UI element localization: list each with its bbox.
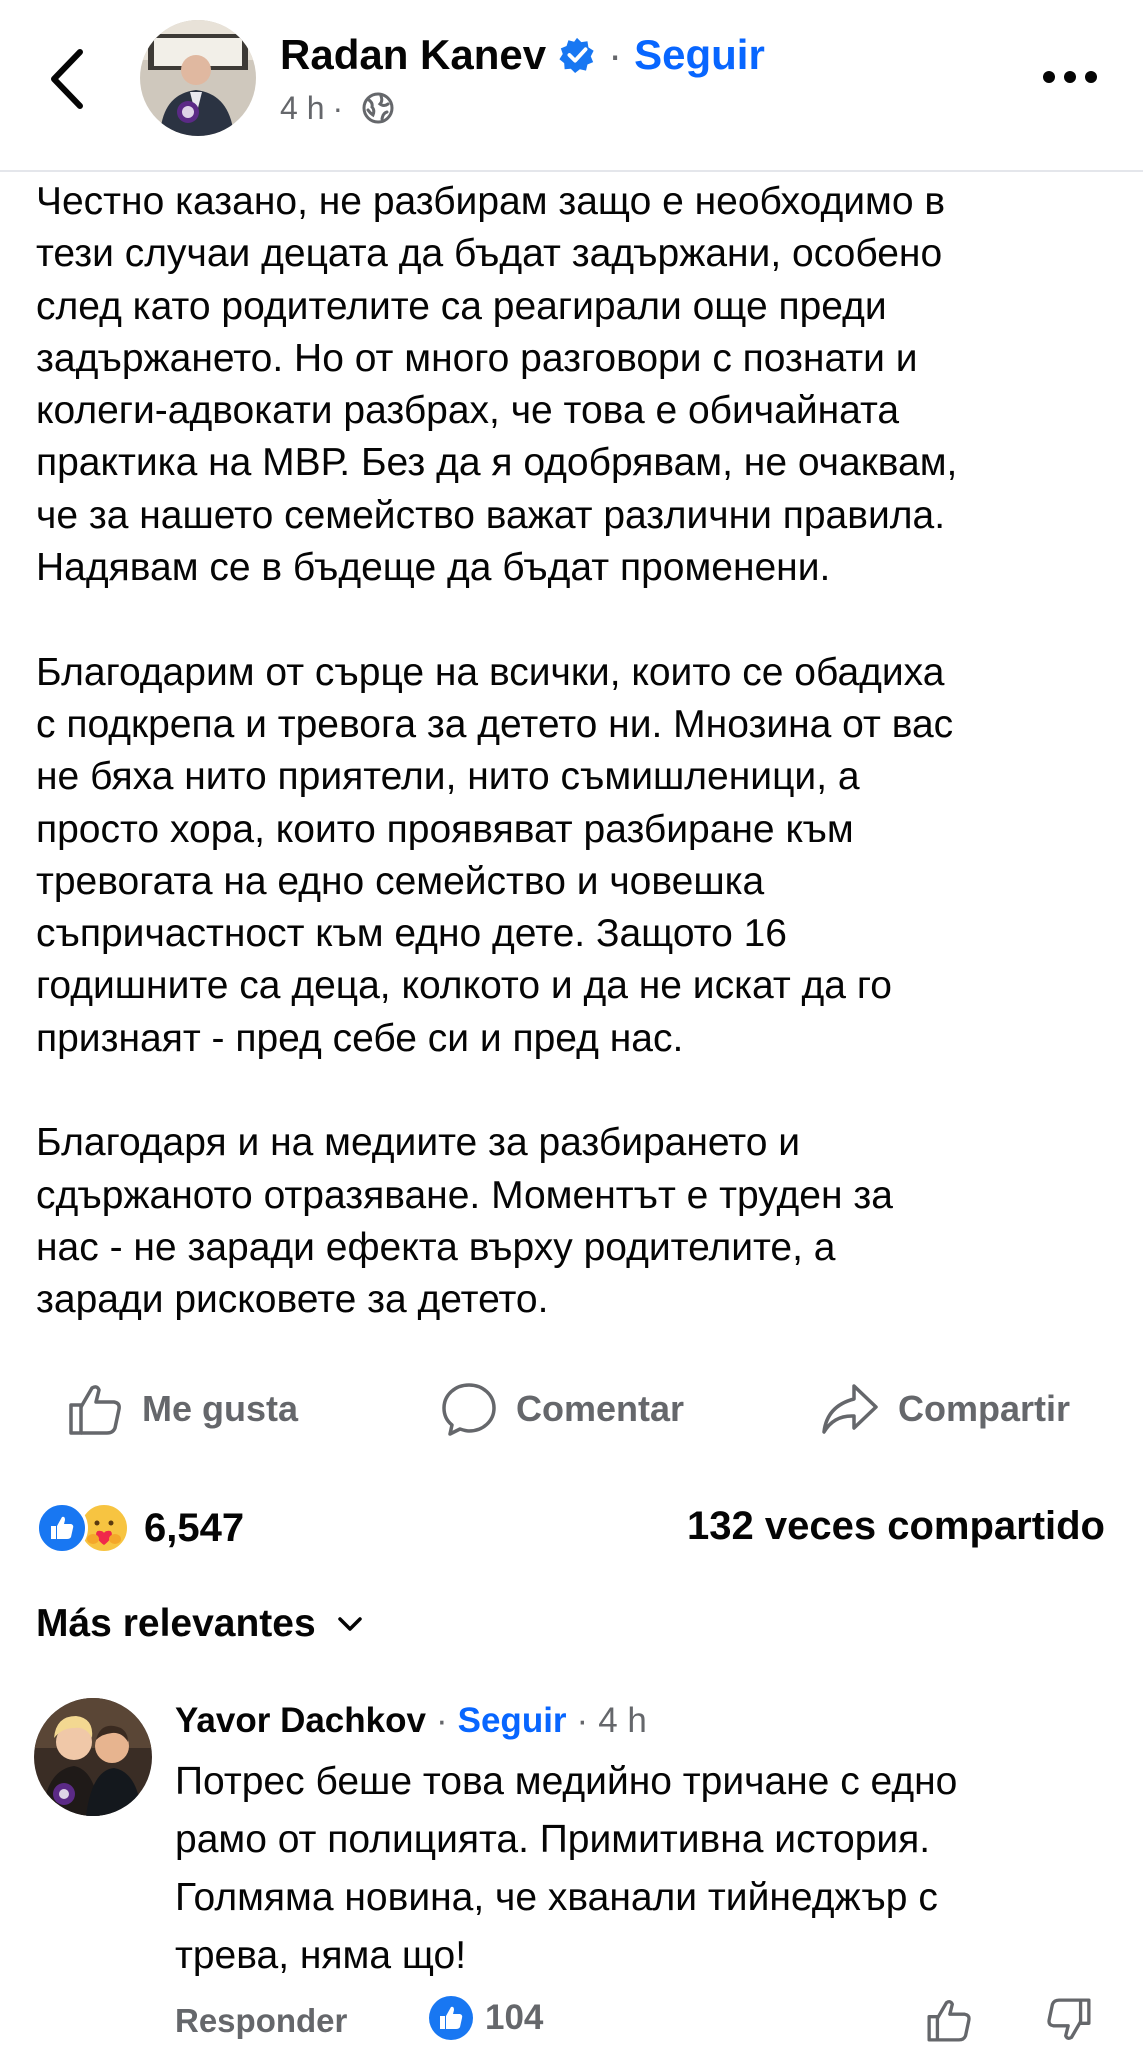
post-line: след като родителите са реагирали още пр… bbox=[36, 284, 887, 328]
comment-separator: · bbox=[576, 1701, 589, 1740]
follow-button[interactable]: Seguir bbox=[634, 31, 765, 79]
comment-text: Потрес беше това медийно тричане с едно … bbox=[175, 1753, 1115, 1985]
post-line: годишните са деца, колкото и да не искат… bbox=[36, 964, 892, 1008]
comment-button[interactable]: Comentar bbox=[440, 1374, 684, 1444]
post-line: Благодарим от сърце на всички, които се … bbox=[36, 650, 945, 694]
like-label: Me gusta bbox=[142, 1388, 299, 1429]
more-options-icon[interactable] bbox=[1040, 62, 1100, 92]
post-line: заради рисковете за детето. bbox=[36, 1278, 549, 1322]
reply-button[interactable]: Responder bbox=[175, 2002, 347, 2040]
post-line: съпричастност към едно дете. Защото 16 bbox=[36, 912, 787, 956]
comment-icon bbox=[442, 1383, 496, 1436]
comment-like-summary[interactable]: 104 bbox=[429, 1996, 543, 2040]
post-text: Честно казано, не разбирам защо е необхо… bbox=[36, 176, 1116, 1327]
post-line: Честно казано, не разбирам защо е необхо… bbox=[36, 180, 946, 223]
post-line: просто хора, които проявяват разбиране к… bbox=[36, 807, 854, 851]
comment-line: трева, няма що! bbox=[175, 1934, 467, 1977]
meta-separator: · bbox=[332, 89, 344, 126]
post-line: признаят - пред себе си и пред нас. bbox=[36, 1016, 684, 1060]
verified-badge-icon bbox=[559, 37, 594, 74]
like-reaction-icon bbox=[36, 1502, 88, 1554]
commenter-avatar[interactable] bbox=[34, 1698, 152, 1816]
share-arrow-icon bbox=[822, 1384, 878, 1434]
reactions-summary[interactable]: 6,547 bbox=[36, 1502, 244, 1554]
sort-label: Más relevantes bbox=[36, 1602, 316, 1645]
post-stats: 6,547 132 veces compartido bbox=[0, 1496, 1143, 1556]
post-line: колеги-адвокати разбрах, че това е обича… bbox=[36, 389, 900, 433]
post-line: не бяха нито приятели, нито съмишленици,… bbox=[36, 755, 860, 799]
comment-line: Голмяма новина, че хванали тийнеджър с bbox=[175, 1876, 938, 1919]
share-button[interactable]: Compartir bbox=[820, 1374, 1070, 1444]
post-line: Надявам се в бъдеще да бъдат променени. bbox=[36, 546, 831, 590]
comment-actions: Responder 104 bbox=[175, 1996, 1115, 2048]
comment-header: Yavor Dachkov · Seguir · 4 h bbox=[175, 1696, 647, 1746]
post-line: сдържаното отразяване. Моментът е труден… bbox=[36, 1173, 893, 1217]
comment-separator: · bbox=[435, 1701, 448, 1740]
shares-count[interactable]: 132 veces compartido bbox=[687, 1496, 1105, 1556]
commenter-follow-button[interactable]: Seguir bbox=[458, 1701, 567, 1741]
post-line: тези случаи децата да бъдат задържани, о… bbox=[36, 232, 943, 276]
post-header: Radan Kanev · Seguir 4 h · bbox=[0, 0, 1143, 172]
author-name[interactable]: Radan Kanev bbox=[280, 31, 546, 79]
author-row: Radan Kanev · Seguir bbox=[280, 30, 765, 80]
commenter-name[interactable]: Yavor Dachkov bbox=[175, 1701, 426, 1741]
post-line: с подкрепа и тревога за детето ни. Мнози… bbox=[36, 702, 954, 746]
comment-label: Comentar bbox=[516, 1388, 685, 1429]
post-line: практика на МВР. Без да я одобрявам, не … bbox=[36, 441, 958, 485]
post-line: тревогата на едно семейство и човешка bbox=[36, 859, 765, 903]
like-reaction-icon bbox=[429, 1996, 473, 2040]
post-action-bar: Me gusta Comentar Compartir bbox=[0, 1374, 1143, 1444]
post-line: че за нашето семейство важат различни пр… bbox=[36, 493, 946, 537]
post-paragraph: Честно казано, не разбирам защо е необхо… bbox=[36, 176, 1116, 594]
post-line: Благодаря и на медиите за разбирането и bbox=[36, 1121, 801, 1165]
downvote-thumbs-down-icon[interactable] bbox=[1045, 1996, 1093, 2044]
comment-line: Потрес беше това медийно тричане с едно bbox=[175, 1760, 958, 1803]
header-separator: · bbox=[608, 31, 623, 78]
comments-sort-dropdown[interactable]: Más relevantes bbox=[36, 1596, 364, 1652]
back-arrow-icon[interactable] bbox=[46, 48, 86, 110]
comment-line: рамо от полицията. Примитивна история. bbox=[175, 1818, 931, 1861]
like-button[interactable]: Me gusta bbox=[66, 1374, 298, 1444]
globe-icon bbox=[362, 92, 394, 124]
chevron-down-icon bbox=[337, 1617, 362, 1631]
post-line: нас - не заради ефекта върху родителите,… bbox=[36, 1225, 836, 1269]
comment-like-count: 104 bbox=[485, 1998, 544, 2037]
post-line: задържането. Но от много разговори с поз… bbox=[36, 336, 918, 380]
post-paragraph: Благодарим от сърце на всички, които се … bbox=[36, 647, 1116, 1065]
post-paragraph: Благодаря и на медиите за разбирането и … bbox=[36, 1117, 1116, 1326]
share-label: Compartir bbox=[898, 1388, 1071, 1429]
reactions-count: 6,547 bbox=[144, 1505, 245, 1550]
post-meta: 4 h · bbox=[280, 88, 395, 128]
post-time[interactable]: 4 h bbox=[280, 90, 324, 127]
thumbs-up-icon bbox=[69, 1385, 121, 1435]
upvote-thumbs-up-icon[interactable] bbox=[925, 1996, 973, 2044]
comment-time: 4 h bbox=[598, 1701, 647, 1740]
author-avatar[interactable] bbox=[140, 20, 256, 136]
